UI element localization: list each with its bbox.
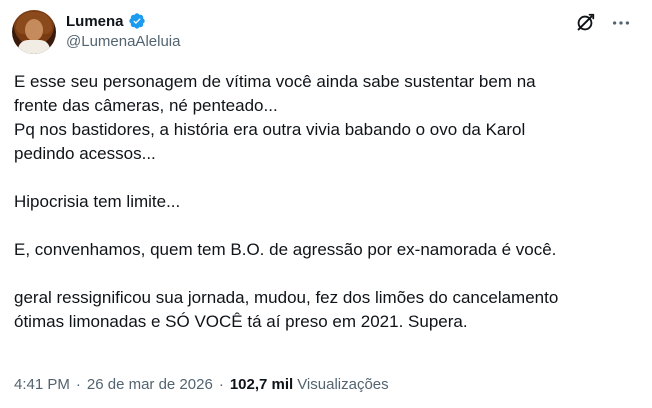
more-icon[interactable] — [610, 12, 632, 34]
tweet-paragraph-3: E, convenhamos, quem tem B.O. de agressã… — [14, 240, 557, 259]
name-row: Lumena — [66, 12, 180, 30]
verified-badge-icon[interactable] — [128, 12, 146, 30]
meta-separator: · — [75, 376, 81, 393]
tweet-header: Lumena @LumenaAleluia — [12, 8, 640, 56]
tweet: Lumena @LumenaAleluia E esse seu persona… — [0, 0, 652, 408]
tweet-paragraph-2: Hipocrisia tem limite... — [14, 192, 181, 211]
tweet-paragraph-1: E esse seu personagem de vítima você ain… — [14, 72, 536, 163]
tweet-actions — [574, 12, 632, 34]
tweet-date[interactable]: 26 de mar de 2026 — [87, 376, 213, 393]
avatar[interactable] — [12, 10, 56, 54]
grok-icon[interactable] — [574, 12, 596, 34]
author-info: Lumena @LumenaAleluia — [66, 12, 180, 51]
avatar-face — [25, 19, 43, 41]
tweet-text: E esse seu personagem de vítima você ain… — [14, 70, 638, 334]
tweet-paragraph-4: geral ressignificou sua jornada, mudou, … — [14, 288, 559, 331]
tweet-meta: 4:41 PM · 26 de mar de 2026 · 102,7 mil … — [14, 376, 389, 393]
display-name[interactable]: Lumena — [66, 13, 124, 30]
tweet-time[interactable]: 4:41 PM — [14, 376, 70, 393]
views-label[interactable]: Visualizações — [297, 376, 388, 393]
author-handle[interactable]: @LumenaAleluia — [66, 33, 180, 50]
views-count[interactable]: 102,7 mil — [230, 376, 293, 393]
meta-separator: · — [218, 376, 224, 393]
avatar-body — [18, 40, 50, 54]
